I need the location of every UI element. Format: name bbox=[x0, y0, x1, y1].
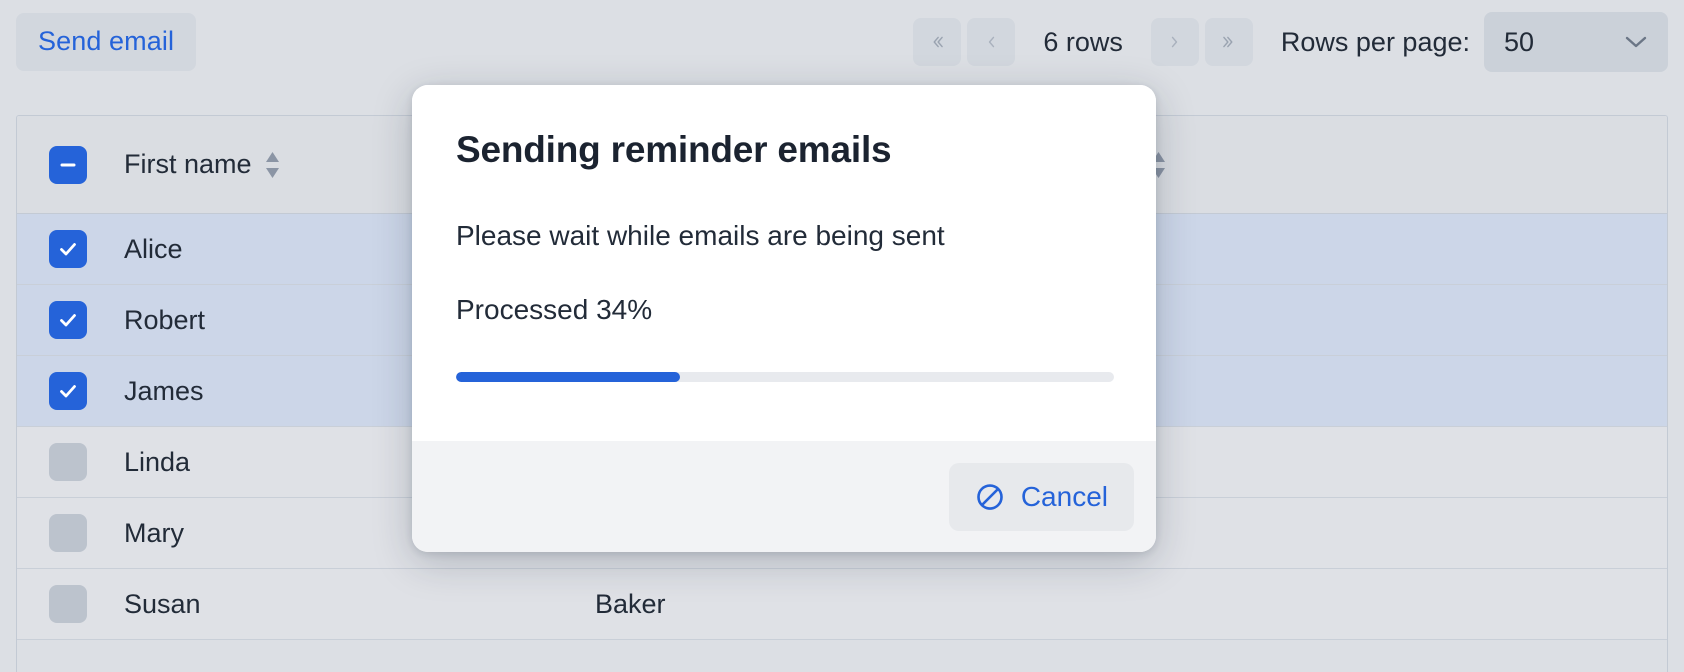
cell-first-name: Alice bbox=[120, 234, 595, 265]
cell-first-name: Mary bbox=[120, 518, 595, 549]
column-header-email[interactable]: Email bbox=[1070, 149, 1667, 180]
minus-icon bbox=[60, 163, 76, 166]
rows-per-page-value: 50 bbox=[1504, 26, 1535, 57]
table-body: Alice Robert James Linda Mary Susan Baker bbox=[17, 214, 1667, 640]
rows-per-page-label: Rows per page: bbox=[1280, 26, 1470, 57]
table-row[interactable]: James bbox=[17, 356, 1667, 427]
rows-per-page-select[interactable]: 50 bbox=[1484, 12, 1668, 72]
chevron-down-icon bbox=[1625, 36, 1647, 48]
row-checkbox[interactable] bbox=[49, 443, 87, 481]
sort-arrows-icon bbox=[265, 151, 279, 178]
first-page-button[interactable] bbox=[913, 18, 962, 66]
row-checkbox[interactable] bbox=[49, 514, 87, 552]
row-select-cell bbox=[17, 585, 120, 623]
toolbar: Send email 6 rows Rows per page: 50 bbox=[0, 0, 1684, 84]
chevron-left-icon bbox=[988, 36, 995, 48]
check-icon bbox=[60, 385, 76, 398]
chevron-right-icon bbox=[1172, 36, 1178, 48]
cell-first-name: Linda bbox=[120, 447, 595, 478]
row-checkbox[interactable] bbox=[49, 230, 87, 268]
sort-arrows-icon bbox=[1151, 151, 1165, 178]
select-all-checkbox[interactable] bbox=[49, 145, 87, 184]
cell-first-name: Robert bbox=[120, 305, 595, 336]
cell-first-name-text: Robert bbox=[124, 304, 206, 335]
cell-first-name-text: James bbox=[124, 375, 204, 406]
check-icon bbox=[60, 243, 76, 256]
cell-first-name-text: Linda bbox=[124, 446, 191, 477]
column-header-email-label: Email bbox=[1070, 149, 1138, 179]
column-header-last-name-label: Last name bbox=[595, 149, 722, 179]
row-select-cell bbox=[17, 301, 120, 339]
row-select-cell bbox=[17, 372, 120, 410]
table-row[interactable]: Alice bbox=[17, 214, 1667, 285]
previous-page-button[interactable] bbox=[967, 18, 1016, 66]
table-row[interactable]: Mary bbox=[17, 498, 1667, 569]
send-email-button[interactable]: Send email bbox=[16, 13, 197, 71]
row-select-cell bbox=[17, 443, 120, 481]
row-checkbox[interactable] bbox=[49, 585, 87, 623]
cell-first-name-text: Mary bbox=[124, 517, 184, 548]
last-page-button[interactable] bbox=[1204, 18, 1253, 66]
sort-arrows-icon bbox=[735, 151, 749, 178]
table-row[interactable]: Susan Baker bbox=[17, 569, 1667, 640]
pagination-controls: 6 rows Rows per page: 50 bbox=[913, 0, 1668, 84]
table-header-row: First name Last name Email bbox=[17, 116, 1667, 214]
data-table: First name Last name Email Alice Robert … bbox=[16, 115, 1668, 672]
cell-first-name-text: Susan bbox=[124, 588, 201, 619]
next-page-button[interactable] bbox=[1150, 18, 1199, 66]
table-row[interactable]: Linda bbox=[17, 427, 1667, 498]
cell-last-name-text: Baker bbox=[595, 588, 666, 619]
cell-last-name: Baker bbox=[595, 589, 1070, 620]
check-icon bbox=[60, 314, 76, 327]
row-checkbox[interactable] bbox=[49, 372, 87, 410]
row-count-label: 6 rows bbox=[1043, 26, 1123, 57]
row-select-cell bbox=[17, 514, 120, 552]
column-header-first-name-label: First name bbox=[124, 149, 252, 179]
table-row[interactable]: Robert bbox=[17, 285, 1667, 356]
cell-first-name: Susan bbox=[120, 589, 595, 620]
double-chevron-right-icon bbox=[1223, 36, 1233, 48]
double-chevron-left-icon bbox=[933, 36, 943, 48]
column-header-first-name[interactable]: First name bbox=[120, 149, 595, 180]
row-checkbox[interactable] bbox=[49, 301, 87, 339]
row-select-cell bbox=[17, 230, 120, 268]
select-all-cell bbox=[17, 145, 120, 184]
cell-first-name-text: Alice bbox=[124, 233, 183, 264]
column-header-last-name[interactable]: Last name bbox=[595, 149, 1070, 180]
cell-first-name: James bbox=[120, 376, 595, 407]
